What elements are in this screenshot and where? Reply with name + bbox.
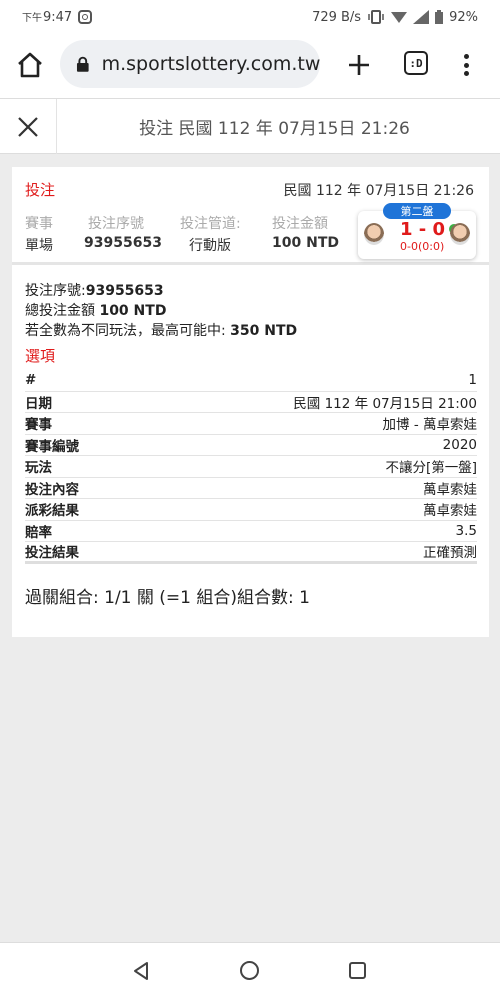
table-row: 派彩結果 萬卓索娃: [25, 499, 477, 521]
home-icon[interactable]: [16, 52, 44, 78]
network-speed: 729 B/s: [312, 9, 362, 25]
bet-type-label: 投注: [25, 181, 56, 199]
table-row: 投注內容 萬卓索娃: [25, 478, 477, 499]
more-menu-icon[interactable]: [458, 52, 474, 78]
table-row: 賠率 3.5: [25, 521, 477, 542]
signal-icon: [413, 10, 430, 24]
table-row: 玩法 不讓分[第一盤]: [25, 456, 477, 478]
close-button[interactable]: [0, 99, 57, 154]
serial-line: 投注序號:93955653: [25, 283, 164, 299]
recents-icon[interactable]: [349, 962, 366, 979]
browser-toolbar: m.sportslottery.com.tw/ :D: [0, 34, 500, 98]
instagram-icon: [78, 10, 93, 24]
home-nav-icon[interactable]: [240, 961, 259, 980]
table-row: 賽事 加博 - 萬卓索娃: [25, 413, 477, 435]
system-nav-bar: [0, 942, 500, 1000]
col-value-serial: 93955653: [84, 235, 162, 251]
score-sub: 0-0(0:0): [400, 240, 445, 253]
url-text: m.sportslottery.com.tw/: [101, 53, 320, 75]
new-tab-icon[interactable]: [346, 52, 372, 78]
amount-line: 總投注金額 100 NTD: [25, 303, 167, 319]
max-win-line: 若全數為不同玩法，最高可能中: 350 NTD: [25, 323, 298, 339]
table-row: 投注結果 正確預測: [25, 542, 477, 564]
bet-summary-header: 投注 民國 112 年 07月15日 21:26 賽事 投注序號 投注管道: 投…: [12, 167, 489, 265]
close-icon: [18, 116, 38, 137]
lock-icon: [76, 56, 89, 72]
table-row: #1: [25, 370, 477, 392]
col-value-amount: 100 NTD: [272, 235, 339, 251]
battery-icon: [435, 10, 444, 24]
table-row: 日期 民國 112 年 07月15日 21:00: [25, 392, 477, 413]
col-header-serial: 投注序號: [88, 216, 144, 232]
vibrate-icon: [368, 10, 384, 24]
score-main: 1 - 0: [400, 219, 446, 240]
col-value-channel: 行動版: [189, 238, 231, 254]
col-header-event: 賽事: [25, 216, 53, 232]
live-score-widget[interactable]: 第二盤 1 - 0 0-0(0:0): [358, 203, 476, 259]
col-value-event: 單場: [25, 238, 53, 254]
options-label: 選項: [25, 347, 56, 365]
address-bar[interactable]: m.sportslottery.com.tw/: [60, 40, 320, 88]
page-header: 投注 民國 112 年 07月15日 21:26: [0, 98, 500, 154]
parlay-summary: 過關組合: 1/1 關 (=1 組合)組合數: 1: [25, 588, 310, 608]
bet-info: 投注序號:93955653 總投注金額 100 NTD 若全數為不同玩法，最高可…: [25, 281, 297, 341]
bet-detail-card: 投注 民國 112 年 07月15日 21:26 賽事 投注序號 投注管道: 投…: [12, 167, 489, 637]
set-badge: 第二盤: [383, 203, 451, 219]
col-header-channel: 投注管道:: [180, 216, 241, 232]
options-table: #1 日期 民國 112 年 07月15日 21:00 賽事 加博 - 萬卓索娃 賽…: [25, 370, 477, 564]
player-avatar: [450, 223, 470, 245]
battery-level: 92%: [449, 9, 478, 25]
bet-date: 民國 112 年 07月15日 21:26: [283, 183, 475, 199]
wifi-icon: [391, 12, 408, 23]
status-bar: 下午9:47 729 B/s 92%: [0, 0, 500, 34]
page-title: 投注 民國 112 年 07月15日 21:26: [139, 119, 410, 139]
col-header-amount: 投注金額: [272, 216, 328, 232]
table-row: 賽事編號 2020: [25, 435, 477, 456]
tab-switcher-button[interactable]: :D: [404, 51, 428, 75]
status-time: 下午9:47: [22, 10, 73, 25]
back-icon[interactable]: [132, 961, 150, 981]
player-avatar: [364, 223, 384, 245]
